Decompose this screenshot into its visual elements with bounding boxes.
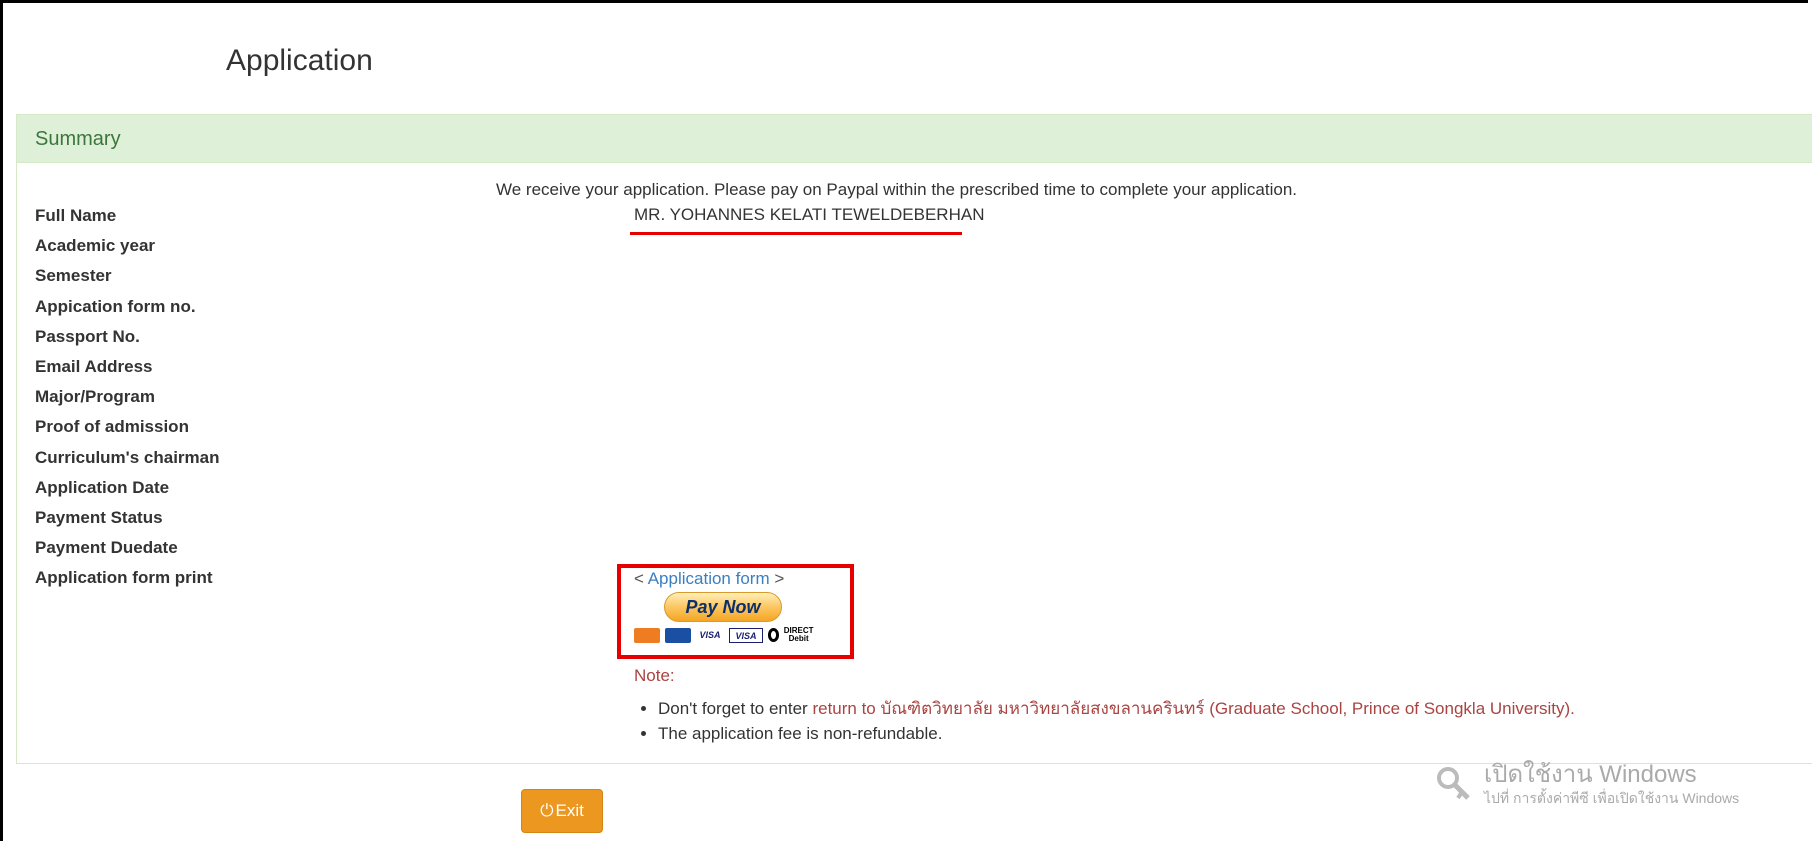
exit-button-label: Exit	[555, 801, 584, 820]
exit-button[interactable]: ⏻ Exit	[521, 789, 603, 833]
note-list: Don't forget to enter return to บัณฑิตวิ…	[636, 696, 1575, 746]
name-underline-annotation	[630, 232, 962, 235]
link-bracket-close: >	[769, 569, 785, 588]
application-form-print-line: < Application form >	[634, 569, 784, 589]
note-item-1: Don't forget to enter return to บัณฑิตวิ…	[658, 696, 1575, 721]
label-academic-year: Academic year	[35, 236, 156, 256]
watermark-subtitle: ไปที่ การตั้งค่าพีซี เพื่อเปิดใช้งาน Win…	[1484, 790, 1740, 806]
panel-heading: Summary	[17, 115, 1812, 163]
visa-icon: VISA	[699, 629, 721, 640]
direct-debit-icon: DIRECT Debit	[768, 626, 816, 643]
direct-debit-label: DIRECT Debit	[783, 626, 814, 643]
note-item-1-prefix: Don't forget to enter	[658, 699, 813, 718]
note-item-1-highlight: return to บัณฑิตวิทยาลัย มหาวิทยาลัยสงขล…	[812, 699, 1575, 718]
note-title: Note:	[634, 666, 675, 685]
label-curriculum-chairman: Curriculum's chairman	[35, 447, 220, 467]
label-payment-duedate: Payment Duedate	[35, 538, 178, 558]
direct-debit-circle-icon	[768, 628, 780, 642]
note-item-2: The application fee is non-refundable.	[658, 721, 1575, 746]
visa-electron-icon: VISA	[729, 627, 763, 643]
label-email-address: Email Address	[35, 356, 153, 376]
payment-card-logos: VISA VISA DIRECT Debit	[634, 627, 816, 643]
label-application-form-print: Application form print	[35, 568, 213, 588]
label-proof-of-admission: Proof of admission	[35, 417, 189, 437]
link-bracket-open: <	[634, 569, 648, 588]
key-icon	[1437, 767, 1470, 800]
label-major-program: Major/Program	[35, 387, 155, 407]
field-labels: Full Name Academic year Semester Appicat…	[35, 205, 220, 597]
payment-notice: We receive your application. Please pay …	[496, 180, 1298, 199]
windows-activation-watermark: เปิดใช้งาน Windows ไปที่ การตั้งค่าพีซี …	[1436, 762, 1739, 810]
page-title: Application	[226, 44, 373, 77]
paypal-pay-now-button[interactable]: Pay Now	[664, 592, 782, 622]
mastercard-icon	[634, 627, 660, 643]
label-application-form-no: Appication form no.	[35, 296, 196, 316]
maestro-icon	[665, 627, 691, 643]
full-name-value: MR. YOHANNES KELATI TEWELDEBERHAN	[634, 205, 985, 224]
label-application-date: Application Date	[35, 477, 170, 497]
label-full-name: Full Name	[35, 206, 117, 225]
power-icon: ⏻	[540, 801, 554, 820]
label-payment-status: Payment Status	[35, 507, 163, 527]
application-form-link[interactable]: Application form	[648, 569, 770, 588]
label-passport-no: Passport No.	[35, 326, 140, 346]
label-semester: Semester	[35, 266, 112, 286]
watermark-title: เปิดใช้งาน Windows	[1484, 761, 1697, 788]
